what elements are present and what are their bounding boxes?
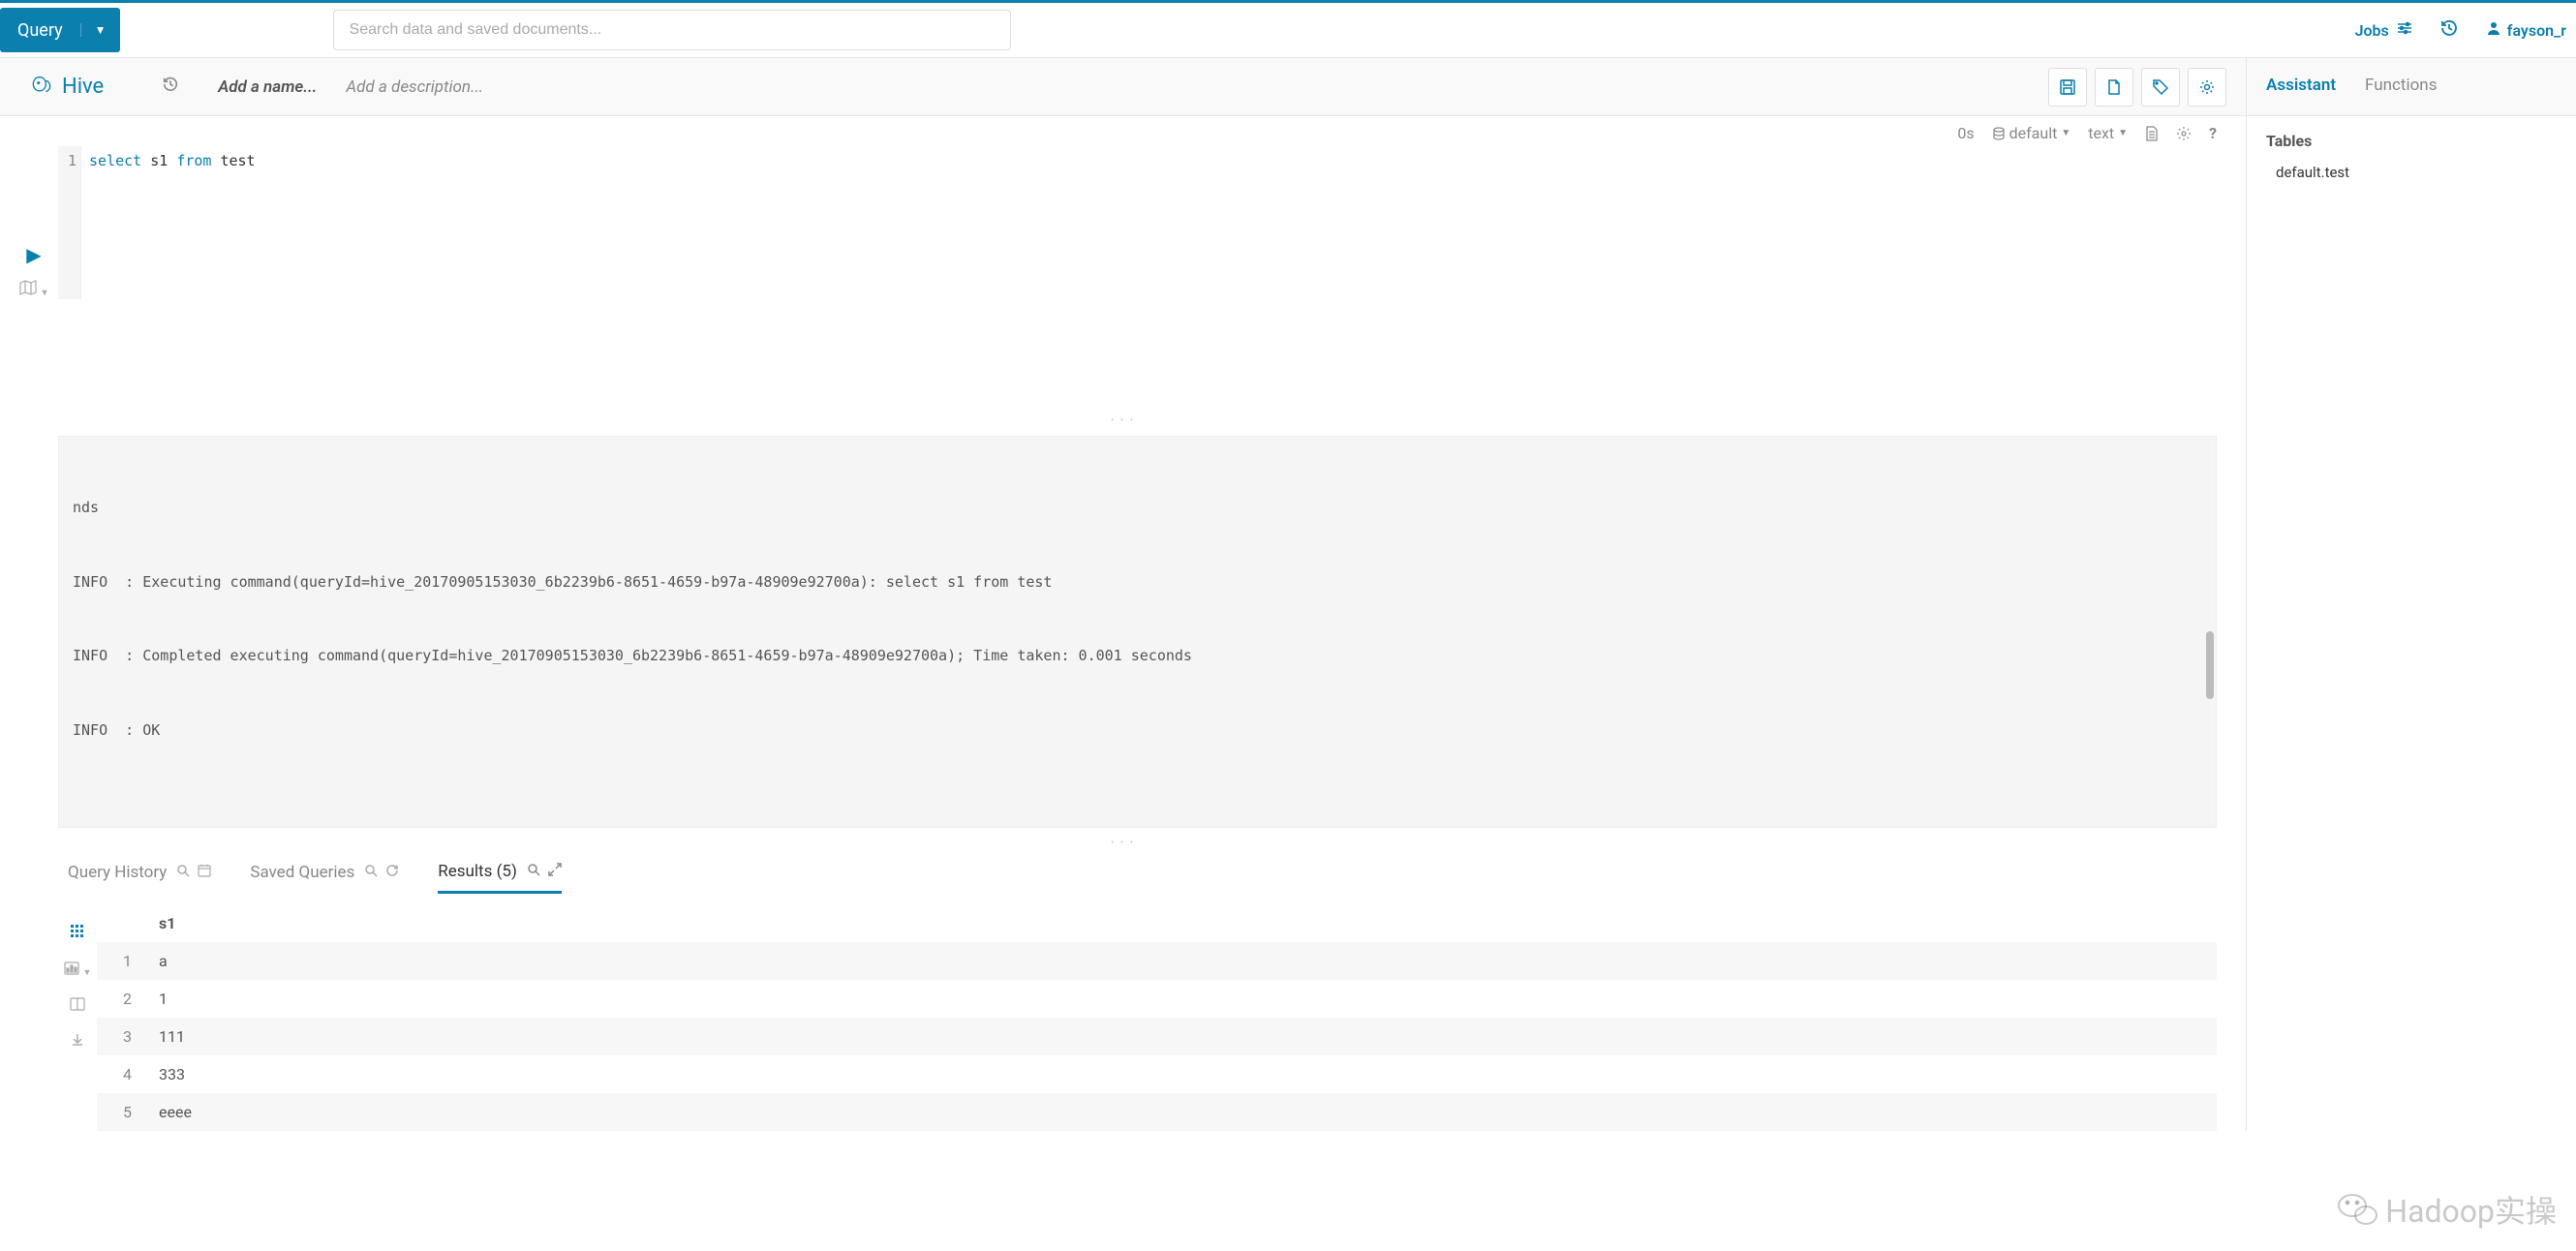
sliders-icon <box>2397 20 2412 40</box>
username: fayson_r <box>2507 21 2566 40</box>
top-bar: Query ▼ Jobs fayson_r <box>0 0 2576 58</box>
code-text: select s1 from test <box>81 146 263 299</box>
log-line: INFO : Completed executing command(query… <box>73 644 2202 669</box>
elapsed-time: 0s <box>1957 124 1974 142</box>
database-icon <box>1992 127 2006 140</box>
tables-header: Tables <box>2266 132 2557 150</box>
results-area: ▼ s1 1a 21 3111 4333 5eeee <box>0 895 2246 1131</box>
tab-saved-queries[interactable]: Saved Queries <box>250 863 399 892</box>
user-icon <box>2486 20 2501 40</box>
help-icon[interactable]: ? <box>2209 124 2217 142</box>
table-row[interactable]: 3111 <box>97 1018 2217 1055</box>
results-gutter: ▼ <box>58 904 97 1131</box>
search-icon[interactable] <box>176 864 190 881</box>
topbar-right: Jobs fayson_r <box>2355 18 2566 43</box>
table-row[interactable]: 5eeee <box>97 1093 2217 1131</box>
watermark: Hadoop实操 <box>2335 1187 2557 1232</box>
header-actions <box>2048 68 2226 107</box>
search-box <box>333 10 1011 50</box>
tags-button[interactable] <box>2141 68 2180 107</box>
history-icon[interactable] <box>2439 18 2459 43</box>
table-row[interactable]: 1a <box>97 942 2217 980</box>
results-table: s1 1a 21 3111 4333 5eeee <box>97 904 2217 1131</box>
assistant-body: Tables default.test <box>2247 116 2576 200</box>
hive-icon <box>29 75 54 100</box>
run-button[interactable]: ▶ <box>26 243 41 266</box>
settings-button[interactable] <box>2188 68 2226 107</box>
editor-history-icon[interactable] <box>162 76 179 98</box>
log-line: nds <box>73 496 2202 521</box>
engine-name: Hive <box>62 75 104 99</box>
jobs-label: Jobs <box>2355 21 2389 40</box>
name-input[interactable]: Add a name... <box>218 77 317 97</box>
result-tabs: Query History Saved Queries Results (5) <box>0 848 2246 895</box>
download-icon[interactable] <box>71 1032 84 1051</box>
table-row[interactable]: 4333 <box>97 1055 2217 1093</box>
editor-header: Hive Add a name... Add a description... <box>0 58 2246 116</box>
jobs-link[interactable]: Jobs <box>2355 20 2412 40</box>
tab-assistant[interactable]: Assistant <box>2266 76 2336 99</box>
resize-grip-top[interactable]: • • • <box>0 415 2246 426</box>
calendar-icon[interactable] <box>198 864 211 881</box>
log-line: INFO : OK <box>73 718 2202 744</box>
main-wrap: Hive Add a name... Add a description... … <box>0 58 2576 1131</box>
user-link[interactable]: fayson_r <box>2486 20 2566 40</box>
right-panel: Assistant Functions Tables default.test <box>2247 58 2576 1131</box>
tab-results[interactable]: Results (5) <box>438 862 562 894</box>
line-number: 1 <box>58 146 81 299</box>
log-line: INFO : Executing command(queryId=hive_20… <box>73 570 2202 595</box>
save-button[interactable] <box>2048 68 2087 107</box>
scrollbar-thumb[interactable] <box>2206 631 2214 699</box>
query-dropdown: Query ▼ <box>0 8 120 52</box>
explain-button[interactable]: ▼ <box>19 280 49 299</box>
editor-gutter: ▶ ▼ <box>10 146 58 299</box>
columns-icon[interactable] <box>70 996 85 1015</box>
table-item[interactable]: default.test <box>2266 160 2557 185</box>
log-panel[interactable]: nds INFO : Executing command(queryId=hiv… <box>58 436 2217 828</box>
query-caret[interactable]: ▼ <box>80 23 120 37</box>
refresh-icon[interactable] <box>385 864 399 881</box>
search-input[interactable] <box>333 10 1011 50</box>
left-column: Hive Add a name... Add a description... … <box>0 58 2247 1131</box>
right-tabs: Assistant Functions <box>2247 58 2576 116</box>
editor-body: ▶ ▼ 1 select s1 from test <box>0 146 2246 299</box>
database-selector[interactable]: default ▼ <box>1992 124 2071 142</box>
table-row[interactable]: 21 <box>97 980 2217 1018</box>
chart-view-icon[interactable]: ▼ <box>64 961 92 979</box>
wechat-icon <box>2335 1190 2379 1229</box>
tab-query-history[interactable]: Query History <box>68 863 211 892</box>
hive-logo[interactable]: Hive <box>29 75 104 100</box>
caret-down-icon: ▼ <box>2061 128 2070 138</box>
new-document-button[interactable] <box>2095 68 2133 107</box>
resize-grip-bottom[interactable]: • • • <box>0 838 2246 848</box>
code-editor[interactable]: 1 select s1 from test <box>58 146 2246 299</box>
tab-functions[interactable]: Functions <box>2365 76 2437 99</box>
column-header[interactable]: s1 <box>145 904 2217 942</box>
editor-toolbar: 0s default ▼ text ▼ ? <box>0 116 2246 146</box>
caret-down-icon: ▼ <box>2118 128 2128 138</box>
query-button[interactable]: Query <box>0 20 80 41</box>
description-input[interactable]: Add a description... <box>346 77 483 97</box>
search-icon[interactable] <box>527 863 540 880</box>
grid-view-icon[interactable] <box>70 924 85 943</box>
gear-icon[interactable] <box>2176 126 2192 141</box>
format-selector[interactable]: text ▼ <box>2088 124 2128 142</box>
search-icon[interactable] <box>364 864 378 881</box>
document-icon[interactable] <box>2145 126 2159 141</box>
expand-icon[interactable] <box>548 863 562 880</box>
